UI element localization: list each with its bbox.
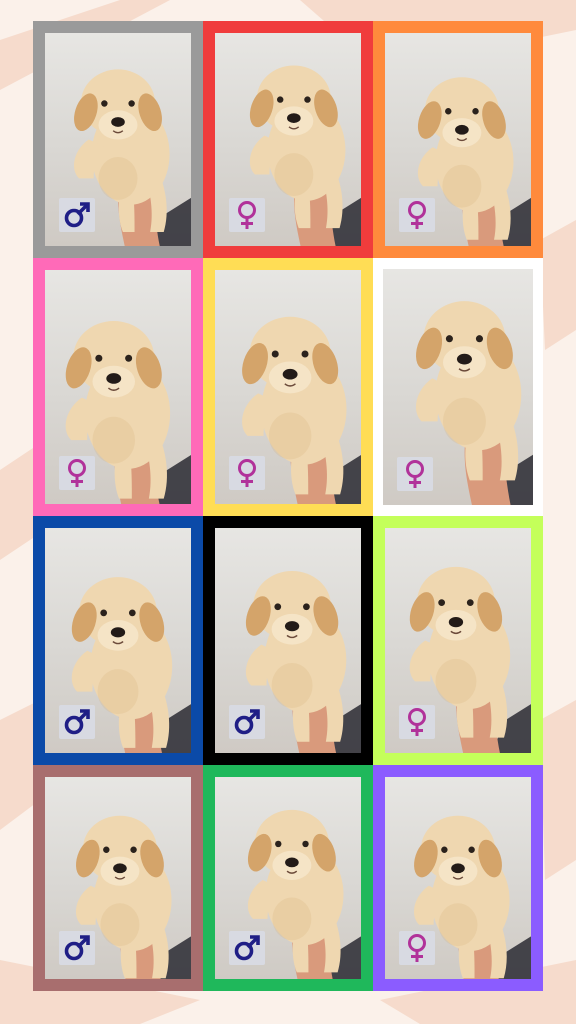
female-gender-badge — [59, 456, 95, 490]
puppy-card-11 — [203, 765, 373, 991]
puppy-card-9 — [373, 516, 543, 765]
female-gender-badge — [397, 457, 433, 491]
male-symbol-icon — [64, 935, 90, 961]
male-symbol-icon — [64, 709, 90, 735]
puppy-photo-area — [385, 528, 531, 753]
puppy-photo-area — [215, 33, 361, 246]
female-gender-badge — [399, 705, 435, 739]
puppy-card-6 — [373, 258, 543, 516]
female-symbol-icon — [406, 460, 424, 488]
puppy-photo-area — [45, 777, 191, 979]
male-gender-badge — [229, 705, 265, 739]
female-symbol-icon — [238, 201, 256, 229]
puppy-photo-area — [215, 528, 361, 753]
puppy-photo-area — [385, 777, 531, 979]
puppy-photo-area — [383, 269, 533, 505]
female-symbol-icon — [408, 708, 426, 736]
female-gender-badge — [229, 198, 265, 232]
male-symbol-icon — [234, 709, 260, 735]
female-gender-badge — [399, 198, 435, 232]
puppy-card-4 — [33, 258, 203, 516]
puppy-photo-area — [215, 777, 361, 979]
puppy-card-10 — [33, 765, 203, 991]
puppy-card-7 — [33, 516, 203, 765]
puppy-photo-area — [385, 33, 531, 246]
puppy-photo-area — [45, 270, 191, 504]
male-symbol-icon — [234, 935, 260, 961]
puppy-card-8 — [203, 516, 373, 765]
puppy-photo-area — [45, 33, 191, 246]
male-gender-badge — [59, 705, 95, 739]
male-symbol-icon — [64, 202, 90, 228]
male-gender-badge — [59, 931, 95, 965]
male-gender-badge — [59, 198, 95, 232]
puppy-card-5 — [203, 258, 373, 516]
puppy-card-3 — [373, 21, 543, 258]
female-gender-badge — [399, 931, 435, 965]
male-gender-badge — [229, 931, 265, 965]
female-symbol-icon — [408, 934, 426, 962]
female-symbol-icon — [238, 459, 256, 487]
female-symbol-icon — [408, 201, 426, 229]
female-symbol-icon — [68, 459, 86, 487]
puppy-card-12 — [373, 765, 543, 991]
puppy-card-2 — [203, 21, 373, 258]
puppy-card-1 — [33, 21, 203, 258]
puppy-photo-area — [215, 270, 361, 504]
female-gender-badge — [229, 456, 265, 490]
puppy-photo-area — [45, 528, 191, 753]
puppy-grid — [33, 21, 543, 991]
